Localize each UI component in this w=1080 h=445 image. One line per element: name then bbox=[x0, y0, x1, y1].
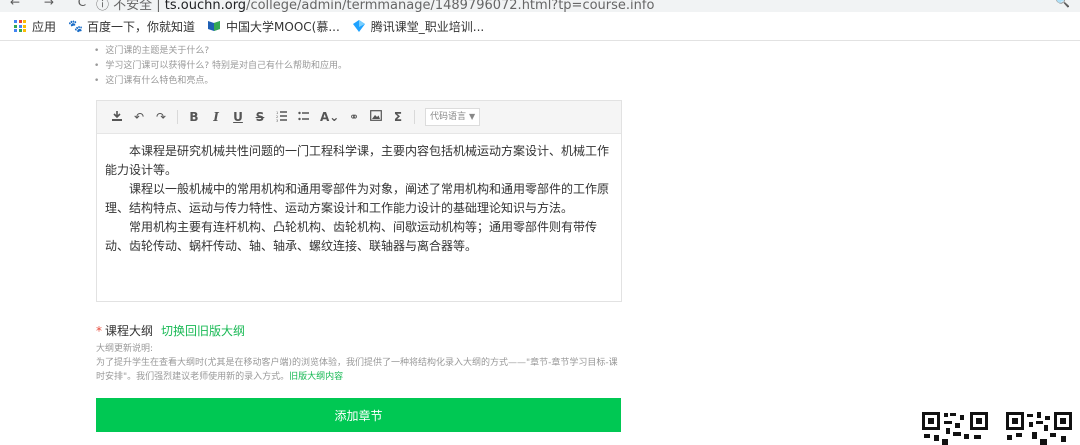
strikethrough-icon[interactable]: S bbox=[254, 110, 266, 124]
toolbar-divider bbox=[177, 110, 178, 124]
url-text[interactable]: ⓘ 不安全 | ts.ouchn.org/college/admin/termm… bbox=[96, 0, 654, 12]
code-language-label: 代码语言 bbox=[430, 112, 467, 122]
bookmark-tencent-classroom[interactable]: 腾讯课堂_职业培训... bbox=[352, 18, 484, 35]
code-language-select[interactable]: 代码语言 ▼ bbox=[425, 108, 481, 126]
note-heading: 大纲更新说明: bbox=[96, 344, 154, 354]
bookmark-baidu[interactable]: 🐾 百度一下，你就知道 bbox=[68, 18, 195, 35]
syllabus-heading: * 课程大纲 切换回旧版大纲 bbox=[96, 322, 245, 339]
tip-item: 学习这门课可以获得什么? 特别是对自己有什么帮助和应用。 bbox=[96, 59, 347, 74]
url-host: ts.ouchn.org bbox=[164, 0, 247, 12]
switch-old-syllabus-link[interactable]: 切换回旧版大纲 bbox=[161, 322, 245, 339]
editor-toolbar: ↶ ↷ B I U S 123 A⌄ ⚭ Σ 代码语言 ▼ bbox=[97, 101, 621, 134]
image-icon[interactable] bbox=[370, 110, 382, 124]
syllabus-update-note: 大纲更新说明: 为了提升学生在查看大纲时(尤其是在移动客户端)的浏览体验，我们提… bbox=[96, 342, 626, 384]
formula-icon[interactable]: Σ bbox=[392, 110, 404, 124]
font-color-icon[interactable]: A⌄ bbox=[320, 110, 339, 124]
redo-icon[interactable]: ↷ bbox=[155, 110, 167, 124]
bookmark-label: 中国大学MOOC(慕... bbox=[226, 19, 340, 34]
bookmark-label: 腾讯课堂_职业培训... bbox=[370, 19, 485, 34]
tip-item: 这门课的主题是关于什么? bbox=[96, 44, 347, 59]
syllabus-title: 课程大纲 bbox=[105, 324, 154, 338]
svg-text:3: 3 bbox=[276, 119, 278, 122]
tencent-classroom-icon bbox=[352, 19, 366, 33]
nav-buttons[interactable]: ← → C bbox=[10, 0, 96, 9]
bullet-list-icon[interactable] bbox=[298, 110, 310, 125]
format-paint-icon[interactable] bbox=[111, 110, 123, 125]
undo-icon[interactable]: ↶ bbox=[133, 110, 145, 124]
baidu-paw-icon: 🐾 bbox=[68, 19, 83, 33]
mooc-icon bbox=[207, 19, 221, 33]
content-paragraph: 课程以一般机械中的常用机构和通用零部件为对象，阐述了常用机构和通用零部件的工作原… bbox=[105, 182, 610, 215]
note-body: 为了提升学生在查看大纲时(尤其是在移动客户端)的浏览体验，我们提供了一种将结构化… bbox=[96, 358, 618, 382]
link-icon[interactable]: ⚭ bbox=[348, 110, 360, 124]
bookmark-label: 应用 bbox=[32, 19, 57, 34]
required-mark: * bbox=[96, 323, 102, 338]
content-paragraph: 常用机构主要有连杆机构、凸轮机构、齿轮机构、间歇运动机构等；通用零部件则有带传动… bbox=[105, 220, 598, 253]
security-indicator: ⓘ 不安全 | bbox=[96, 0, 165, 12]
italic-icon[interactable]: I bbox=[210, 110, 222, 124]
add-chapter-button[interactable]: 添加章节 bbox=[96, 398, 621, 432]
editor-content-area[interactable]: 本课程是研究机械共性问题的一门工程科学课，主要内容包括机械运动方案设计、机械工作… bbox=[97, 134, 621, 256]
course-intro-editor: ↶ ↷ B I U S 123 A⌄ ⚭ Σ 代码语言 ▼ 本课程是研究机械共性问… bbox=[96, 100, 622, 302]
bookmark-label: 百度一下，你就知道 bbox=[87, 19, 196, 34]
address-bar[interactable]: ← → C ⓘ 不安全 | ts.ouchn.org/college/admin… bbox=[0, 0, 1080, 12]
qr-code-icon bbox=[1004, 410, 1074, 445]
content-paragraph: 本课程是研究机械共性问题的一门工程科学课，主要内容包括机械运动方案设计、机械工作… bbox=[105, 144, 610, 177]
bookmark-apps[interactable]: 应用 bbox=[14, 18, 56, 35]
zoom-icon[interactable]: 🔍 bbox=[1055, 0, 1070, 8]
chevron-down-icon: ▼ bbox=[469, 112, 476, 121]
bookmark-mooc[interactable]: 中国大学MOOC(慕... bbox=[207, 18, 340, 35]
url-path: /college/admin/termmanage/1489796072.htm… bbox=[246, 0, 655, 12]
toolbar-divider bbox=[414, 110, 415, 124]
bold-icon[interactable]: B bbox=[188, 110, 200, 124]
old-syllabus-content-link[interactable]: 旧版大纲内容 bbox=[289, 372, 343, 382]
apps-grid-icon bbox=[14, 20, 26, 32]
tip-item: 这门课有什么特色和亮点。 bbox=[96, 74, 347, 89]
bookmarks-bar: 应用 🐾 百度一下，你就知道 中国大学MOOC(慕... 腾讯课堂_职业培训..… bbox=[0, 12, 1080, 41]
note-body-wrap: 为了提升学生在查看大纲时(尤其是在移动客户端)的浏览体验，我们提供了一种将结构化… bbox=[96, 356, 626, 384]
ordered-list-icon[interactable]: 123 bbox=[276, 110, 288, 125]
intro-tips-list: 这门课的主题是关于什么? 学习这门课可以获得什么? 特别是对自己有什么帮助和应用… bbox=[96, 44, 347, 89]
qr-code-icon bbox=[920, 410, 990, 445]
underline-icon[interactable]: U bbox=[232, 110, 244, 124]
